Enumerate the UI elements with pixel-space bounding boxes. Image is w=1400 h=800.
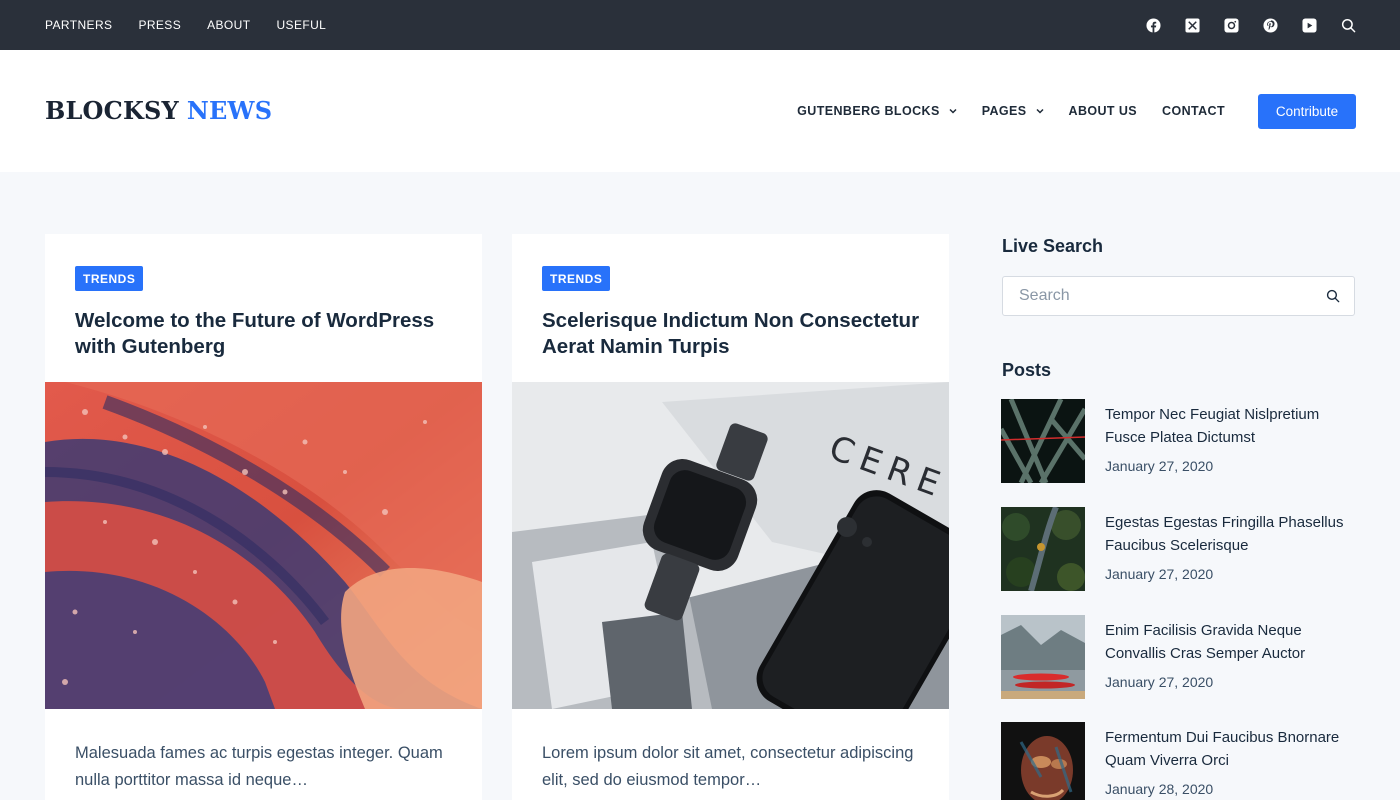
logo-text-blocksy: BLOCKSY [45,96,179,125]
nav-item-pages[interactable]: PAGES [982,104,1044,118]
logo-text-news: NEWS [186,96,273,125]
search-icon[interactable] [1341,18,1356,33]
post-thumbnail-lake-boats[interactable] [1001,615,1085,699]
top-nav-press[interactable]: PRESS [138,18,181,32]
sidebar-post[interactable]: Fermentum Dui Faucibus Bnornare Quam Viv… [1001,722,1361,800]
chevron-down-icon [949,108,957,114]
sidebar-post[interactable]: Egestas Egestas Fringilla Phasellus Fauc… [1001,507,1361,591]
featured-image-watch-phone[interactable]: CERE [512,382,949,709]
contribute-button[interactable]: Contribute [1258,94,1356,129]
post-title[interactable]: Fermentum Dui Faucibus Bnornare Quam Viv… [1105,726,1357,772]
category-badge[interactable]: TRENDS [542,266,611,291]
post-title[interactable]: Scelerisque Indictum Non Consectetur Aer… [542,308,922,360]
sidebar-post[interactable]: Tempor Nec Feugiat Nislpretium Fusce Pla… [1001,399,1361,483]
post-card: TRENDS Welcome to the Future of WordPres… [45,234,482,800]
post-title[interactable]: Egestas Egestas Fringilla Phasellus Fauc… [1105,511,1357,557]
top-nav: PARTNERS PRESS ABOUT USEFUL [45,0,326,50]
post-title[interactable]: Welcome to the Future of WordPress with … [75,308,455,360]
top-nav-useful[interactable]: USEFUL [276,18,326,32]
posts-heading: Posts [1002,360,1052,380]
nav-item-label: GUTENBERG BLOCKS [797,104,940,118]
post-date: January 27, 2020 [1105,674,1214,690]
nav-item-label: PAGES [981,104,1027,118]
featured-image-abstract-paint[interactable] [45,382,482,709]
post-title[interactable]: Enim Facilisis Gravida Neque Convallis C… [1105,619,1357,665]
top-bar: PARTNERS PRESS ABOUT USEFUL [0,0,1400,50]
social-links [1146,0,1356,50]
search-icon[interactable] [1326,289,1340,303]
nav-item-about-us[interactable]: ABOUT US [1069,104,1137,118]
nav-item-gutenberg-blocks[interactable]: GUTENBERG BLOCKS [797,104,957,118]
post-thumbnail-painted-face[interactable] [1001,722,1085,800]
post-date: January 27, 2020 [1105,458,1214,474]
post-excerpt: Lorem ipsum dolor sit amet, consectetur … [542,744,914,789]
search-input[interactable] [1003,277,1313,315]
sidebar-post[interactable]: Enim Facilisis Gravida Neque Convallis C… [1001,615,1361,699]
site-logo[interactable]: BLOCKSY NEWS [45,96,272,125]
post-thumbnail-forest[interactable] [1001,507,1085,591]
instagram-icon[interactable] [1224,17,1239,33]
chevron-down-icon [1036,108,1044,114]
live-search-heading: Live Search [1002,236,1104,256]
main-nav: GUTENBERG BLOCKS PAGES ABOUT US CONTACT [797,50,1225,172]
site-header: BLOCKSY NEWS GUTENBERG BLOCKS PAGES ABOUT… [0,50,1400,172]
post-date: January 28, 2020 [1105,781,1214,797]
x-twitter-icon[interactable] [1185,17,1200,33]
top-nav-about[interactable]: ABOUT [207,18,250,32]
post-title[interactable]: Tempor Nec Feugiat Nislpretium Fusce Pla… [1105,403,1357,449]
post-thumbnail-lines[interactable] [1001,399,1085,483]
nav-item-label: ABOUT US [1068,104,1138,118]
top-nav-partners[interactable]: PARTNERS [45,18,112,32]
nav-item-contact[interactable]: CONTACT [1162,104,1225,118]
post-card: TRENDS Scelerisque Indictum Non Consecte… [512,234,949,800]
post-date: January 27, 2020 [1105,566,1214,582]
nav-item-label: CONTACT [1162,104,1225,118]
facebook-icon[interactable] [1146,17,1161,33]
search-box [1002,276,1355,316]
youtube-icon[interactable] [1302,17,1317,33]
pinterest-icon[interactable] [1263,17,1278,33]
category-badge[interactable]: TRENDS [75,266,144,291]
post-excerpt: Malesuada fames ac turpis egestas intege… [75,744,443,789]
